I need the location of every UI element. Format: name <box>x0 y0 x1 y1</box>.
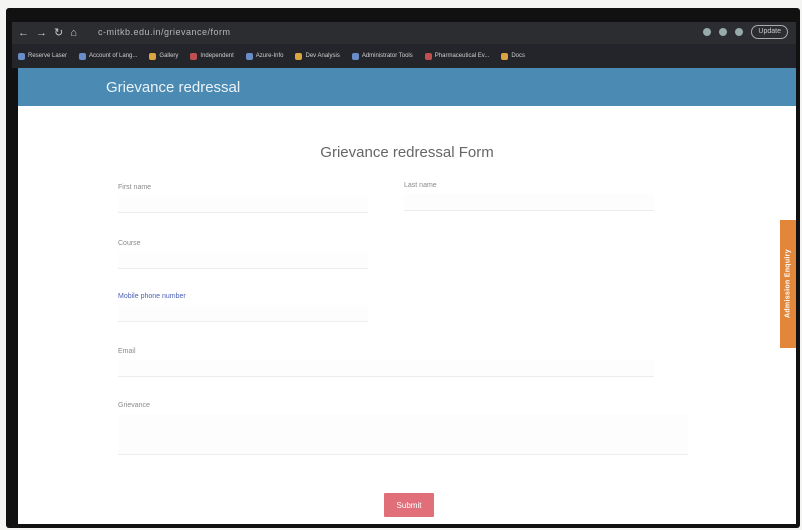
bookmarks-bar: Reserve Laser Account of Lang... Gallery… <box>12 44 796 68</box>
course-label: Course <box>118 240 141 247</box>
bookmark-icon <box>190 52 198 60</box>
bookmark-icon <box>149 52 157 60</box>
bookmark-item[interactable]: Dev Analysis <box>295 52 340 60</box>
mobile-field[interactable] <box>118 305 368 322</box>
admission-enquiry-tab[interactable]: Admission Enquiry <box>780 220 796 348</box>
bookmark-item[interactable]: Account of Lang... <box>79 52 137 60</box>
nav-controls: ← → ↻ ⌂ <box>18 27 77 39</box>
last-name-field[interactable] <box>404 194 654 211</box>
star-icon[interactable] <box>719 28 728 36</box>
mobile-label: Mobile phone number <box>118 293 186 300</box>
page-title: Grievance redressal <box>106 79 241 96</box>
bookmark-icon <box>79 52 87 60</box>
bookmark-icon <box>295 52 303 60</box>
bookmark-item[interactable]: Administrator Tools <box>351 52 413 60</box>
avatar[interactable] <box>735 28 744 36</box>
first-name-field[interactable] <box>118 196 368 213</box>
first-name-label: First name <box>118 184 152 191</box>
bookmark-item[interactable]: Independent <box>190 52 234 60</box>
grievance-textarea[interactable] <box>118 414 688 455</box>
email-field[interactable] <box>118 360 654 377</box>
site-header: Grievance redressal <box>18 68 796 106</box>
back-icon[interactable]: ← <box>18 27 29 39</box>
toolbar-right: Update <box>703 25 788 39</box>
bookmark-icon <box>351 52 359 60</box>
bookmark-item[interactable]: Docs <box>501 52 525 60</box>
address-bar[interactable]: c-mitkb.edu.in/grievance/form <box>98 27 231 37</box>
bookmark-icon <box>424 52 432 60</box>
email-label: Email <box>118 348 136 355</box>
grievance-label: Grievance <box>118 402 150 409</box>
course-field[interactable] <box>118 252 368 269</box>
bookmark-item[interactable]: Pharmaceutical Ev... <box>424 52 489 60</box>
browser-toolbar: ← → ↻ ⌂ c-mitkb.edu.in/grievance/form Up… <box>12 22 796 44</box>
forward-icon[interactable]: → <box>36 27 47 39</box>
home-icon[interactable]: ⌂ <box>70 27 77 39</box>
form-title: Grievance redressal Form <box>320 144 494 161</box>
last-name-label: Last name <box>404 182 437 189</box>
web-page: Grievance redressal Grievance redressal … <box>18 68 796 524</box>
extension-icon[interactable] <box>703 28 712 36</box>
bookmark-icon <box>245 52 253 60</box>
update-button[interactable]: Update <box>751 25 788 39</box>
bookmark-item[interactable]: Azure-Info <box>245 52 283 60</box>
reload-icon[interactable]: ↻ <box>54 27 63 39</box>
bookmark-item[interactable]: Gallery <box>149 52 178 60</box>
bookmark-item[interactable]: Reserve Laser <box>18 52 67 60</box>
bookmark-icon <box>18 52 25 60</box>
submit-button[interactable]: Submit <box>384 493 434 517</box>
bookmark-icon <box>501 52 509 60</box>
